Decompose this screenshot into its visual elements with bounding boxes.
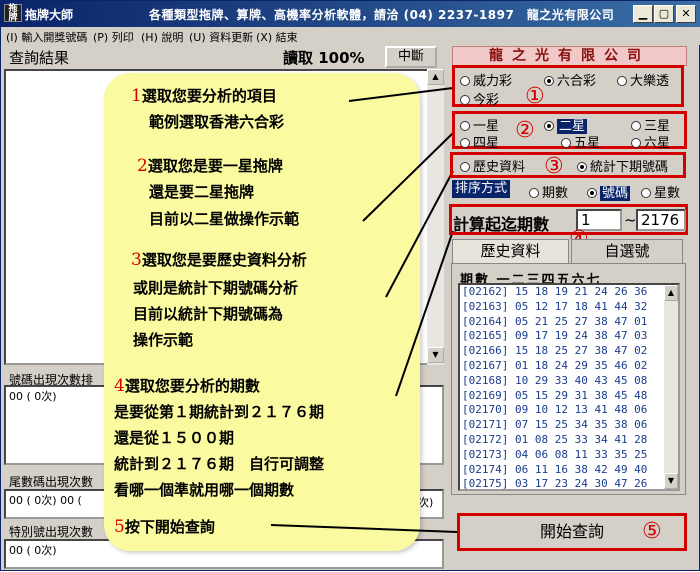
radio-big-lotto[interactable]: 大樂透	[617, 70, 669, 89]
marker-1: ①	[525, 84, 545, 109]
radio-four-star[interactable]: 四星	[460, 132, 499, 151]
history-row[interactable]: [02171] 07 15 25 34 35 38 06	[460, 418, 678, 433]
radio-label-daily-cash: 今彩	[473, 93, 500, 108]
callout-line-4	[395, 230, 454, 397]
history-scroll-up-icon[interactable]: ▲	[664, 285, 678, 301]
radio-history-data[interactable]: 歷史資料	[460, 156, 525, 175]
sort-label: 排序方式	[452, 180, 511, 198]
radio-label-six-star: 六星	[644, 136, 671, 151]
range-separator: ~	[624, 211, 637, 229]
radio-label-next-stats: 統計下期號碼	[590, 160, 669, 175]
callout-line-5	[270, 524, 458, 533]
history-row[interactable]: [02170] 09 10 12 13 41 48 06	[460, 403, 678, 418]
radio-next-stats[interactable]: 統計下期號碼	[577, 156, 668, 175]
history-row[interactable]: [02169] 05 15 29 31 38 45 48	[460, 389, 678, 404]
tab-history[interactable]: 歷史資料	[452, 239, 569, 263]
radio-sort-period[interactable]: 期數	[529, 182, 568, 201]
radio-circle-sort-period	[529, 188, 539, 198]
start-query-label: 開始查詢	[539, 522, 604, 541]
marker-5: ⑤	[642, 519, 662, 544]
radio-label-five-star: 五星	[574, 136, 601, 151]
history-row[interactable]: [02172] 01 08 25 33 34 41 28	[460, 433, 678, 448]
tab-custom-numbers[interactable]: 自選號	[571, 239, 683, 263]
radio-circle-three-star	[631, 121, 641, 131]
radio-circle-two-star	[544, 121, 554, 131]
radio-label-sort-period: 期數	[542, 186, 569, 201]
radio-label-big-lotto: 大樂透	[630, 74, 670, 89]
radio-label-sort-number: 號碼	[600, 186, 631, 201]
app-window: 拖牌 拖牌大師 各種類型拖牌、算牌、高機率分析軟體，請洽 (04) 2237-1…	[0, 0, 700, 571]
radio-label-power: 威力彩	[473, 74, 513, 89]
history-row[interactable]: [02165] 09 17 19 24 38 47 03	[460, 329, 678, 344]
radio-daily-cash[interactable]: 今彩	[460, 89, 499, 108]
radio-label-history: 歷史資料	[473, 160, 526, 175]
radio-six-star[interactable]: 六星	[631, 132, 670, 151]
company-banner: 龍之光有限公司	[452, 46, 687, 66]
history-row[interactable]: [02163] 05 12 17 18 41 44 32	[460, 300, 678, 315]
radio-circle-daily-cash	[460, 95, 470, 105]
history-row[interactable]: [02168] 10 29 33 40 43 45 08	[460, 374, 678, 389]
history-scroll-down-icon[interactable]: ▼	[664, 473, 678, 489]
radio-label-mark-six: 六合彩	[557, 74, 597, 89]
radio-five-star[interactable]: 五星	[561, 132, 600, 151]
range-label: 計算起迄期數	[453, 215, 550, 234]
radio-circle-five-star	[561, 138, 571, 148]
callout-line-2	[362, 132, 454, 222]
callout-line-1	[348, 87, 454, 102]
radio-circle-history	[460, 162, 470, 172]
radio-sort-star[interactable]: 星數	[641, 182, 680, 201]
radio-label-sort-star: 星數	[654, 186, 681, 201]
history-scrollbar[interactable]: ▲ ▼	[664, 285, 678, 489]
range-to-input[interactable]: 2176	[636, 209, 686, 231]
radio-circle-big-lotto	[617, 76, 627, 86]
history-row[interactable]: [02173] 04 06 08 11 33 35 25	[460, 448, 678, 463]
radio-circle-mark-six	[544, 76, 554, 86]
marker-2: ②	[515, 118, 535, 143]
history-row[interactable]: [02166] 15 18 25 27 38 47 02	[460, 344, 678, 359]
history-row[interactable]: [02175] 03 17 23 24 30 47 26	[460, 477, 678, 489]
radio-circle-four-star	[460, 138, 470, 148]
radio-circle-sort-number	[587, 188, 597, 198]
radio-mark-six[interactable]: 六合彩	[544, 70, 596, 89]
radio-circle-sort-star	[641, 188, 651, 198]
history-row[interactable]: [02164] 05 21 25 27 38 47 01	[460, 315, 678, 330]
radio-circle-six-star	[631, 138, 641, 148]
radio-circle-next-stats	[577, 162, 587, 172]
history-row[interactable]: [02162] 15 18 19 21 24 26 36	[460, 285, 678, 300]
history-row[interactable]: [02174] 06 11 16 38 42 49 40	[460, 463, 678, 478]
radio-circle-power	[460, 76, 470, 86]
radio-power-lottery[interactable]: 威力彩	[460, 70, 512, 89]
history-row[interactable]: [02167] 01 18 24 29 35 46 02	[460, 359, 678, 374]
radio-sort-number[interactable]: 號碼	[587, 182, 631, 201]
marker-3: ③	[544, 154, 564, 179]
history-list[interactable]: [02162] 15 18 19 21 24 26 36 [02163] 05 1…	[458, 283, 680, 491]
radio-label-four-star: 四星	[473, 136, 500, 151]
radio-circle-one-star	[460, 121, 470, 131]
